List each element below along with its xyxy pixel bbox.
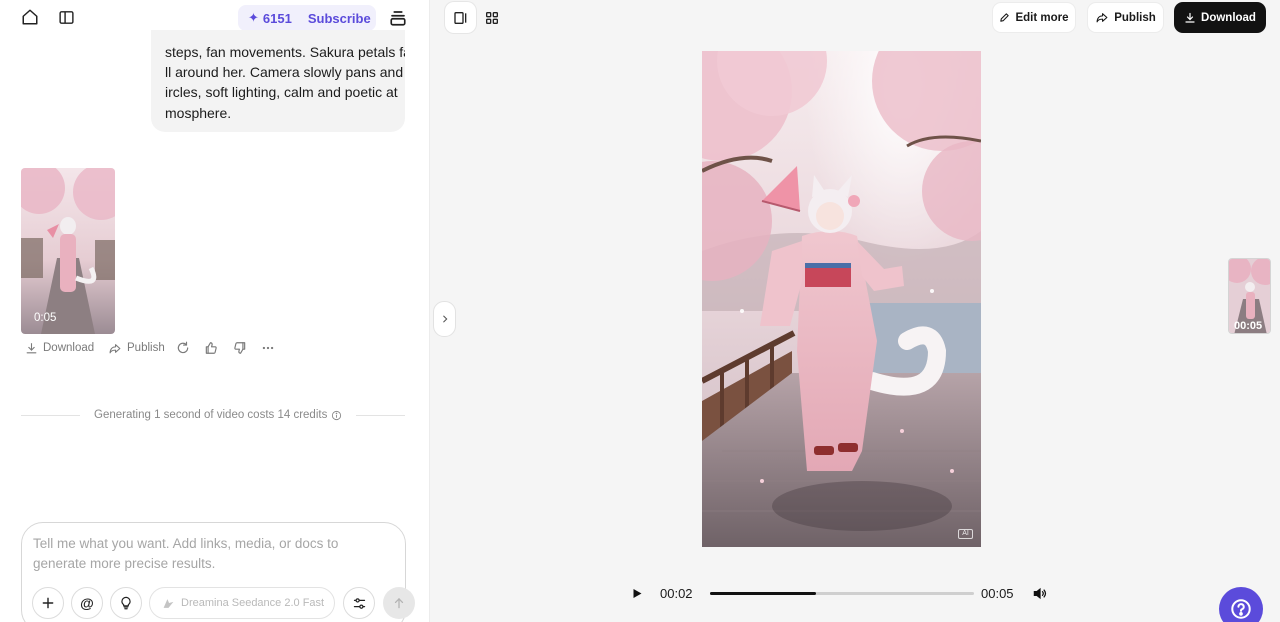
current-time: 00:02 (660, 586, 693, 601)
publish-label: Publish (1114, 11, 1156, 24)
video-duration: 0:05 (34, 312, 57, 324)
video-thumbnail-image (21, 168, 115, 334)
message-line: steps, fan movements. Sakura petals fa (165, 44, 405, 60)
chat-panel: ✦ 6151 Subscribe steps, fan movements. S… (0, 0, 430, 622)
grid-icon (485, 11, 498, 24)
expand-panel-handle[interactable] (433, 301, 456, 337)
publish-video-button[interactable]: Publish (108, 340, 165, 356)
message-line: ircles, soft lighting, calm and poetic a… (165, 84, 398, 101)
play-button[interactable] (627, 583, 647, 603)
preview-panel: Edit more Publish Download AI 00:05 00:0… (430, 0, 1280, 622)
at-sign-icon: @ (80, 595, 94, 611)
single-view-icon (453, 11, 466, 24)
model-selector[interactable]: Dreamina Seedance 2.0 Fast (149, 587, 335, 619)
plus-icon (42, 597, 54, 609)
download-label: Download (43, 342, 95, 354)
download-icon (26, 342, 37, 353)
volume-button[interactable] (1030, 583, 1050, 603)
arrow-up-icon (394, 598, 404, 609)
video-frame-image (702, 51, 981, 547)
message-line: ll around her. Camera slowly pans and c (165, 64, 405, 81)
ai-watermark: AI (958, 529, 973, 539)
sparkle-icon: ✦ (248, 10, 259, 25)
home-icon (22, 9, 38, 25)
sidebar-icon (58, 10, 74, 24)
progress-fill (710, 592, 816, 595)
subscribe-link[interactable]: Subscribe (308, 11, 371, 26)
progress-bar[interactable] (710, 592, 974, 595)
refresh-icon (177, 341, 189, 354)
help-icon (1231, 599, 1251, 619)
divider (356, 414, 405, 416)
stack-icon (390, 11, 406, 26)
pencil-icon (1000, 13, 1010, 22)
download-video-button[interactable]: Download (25, 340, 94, 356)
credits-pill[interactable]: ✦ 6151 Subscribe (238, 5, 376, 31)
info-icon[interactable] (331, 410, 342, 421)
add-attachment-button[interactable] (32, 587, 64, 619)
thumbs-up-icon (205, 342, 217, 354)
volume-icon (1033, 587, 1047, 599)
edit-more-button[interactable]: Edit more (992, 2, 1076, 33)
generated-video-thumbnail[interactable] (21, 168, 115, 334)
video-preview[interactable] (702, 51, 981, 547)
stack-menu-button[interactable] (388, 8, 408, 28)
mention-button[interactable]: @ (71, 587, 103, 619)
divider (21, 414, 80, 416)
like-button[interactable] (204, 340, 223, 356)
thumbs-down-icon (234, 342, 246, 354)
play-icon (633, 588, 642, 598)
help-button[interactable] (1219, 587, 1263, 622)
home-button[interactable] (20, 7, 40, 27)
toggle-sidebar-button[interactable] (56, 7, 76, 27)
chevron-right-icon (442, 315, 447, 323)
share-arrow-icon (1096, 13, 1108, 23)
sliders-icon (353, 597, 365, 609)
publish-button[interactable]: Publish (1087, 2, 1164, 33)
download-icon (1185, 12, 1195, 23)
total-time: 00:05 (981, 586, 1014, 601)
view-mode-toggle[interactable] (445, 2, 505, 33)
credits-amount: 6151 (262, 10, 292, 26)
user-message-bubble: steps, fan movements. Sakura petals fa l… (151, 30, 405, 132)
send-button[interactable] (383, 587, 415, 619)
model-label: Dreamina Seedance 2.0 Fast (181, 597, 325, 609)
side-thumbnail-duration: 00:05 (1234, 320, 1263, 332)
prompt-input[interactable]: Tell me what you want. Add links, media,… (33, 534, 395, 574)
single-view-button[interactable] (445, 2, 476, 33)
cost-notice-text: Generating 1 second of video costs 14 cr… (94, 409, 328, 421)
download-button[interactable]: Download (1174, 2, 1266, 33)
video-player-controls: 00:02 00:05 (627, 582, 1057, 604)
lightbulb-icon (121, 596, 131, 609)
settings-button[interactable] (343, 587, 375, 619)
publish-label: Publish (127, 342, 165, 354)
edit-more-label: Edit more (1015, 11, 1069, 24)
message-line: mosphere. (165, 104, 232, 121)
regenerate-button[interactable] (176, 340, 195, 356)
dislike-button[interactable] (233, 340, 252, 356)
credit-cost-notice: Generating 1 second of video costs 14 cr… (21, 405, 405, 425)
share-arrow-icon (109, 343, 121, 353)
download-label: Download (1201, 11, 1256, 24)
idea-button[interactable] (110, 587, 142, 619)
more-dots-icon (262, 346, 274, 350)
grid-view-button[interactable] (476, 2, 507, 33)
more-options-button[interactable] (261, 340, 280, 356)
model-icon (163, 598, 174, 608)
